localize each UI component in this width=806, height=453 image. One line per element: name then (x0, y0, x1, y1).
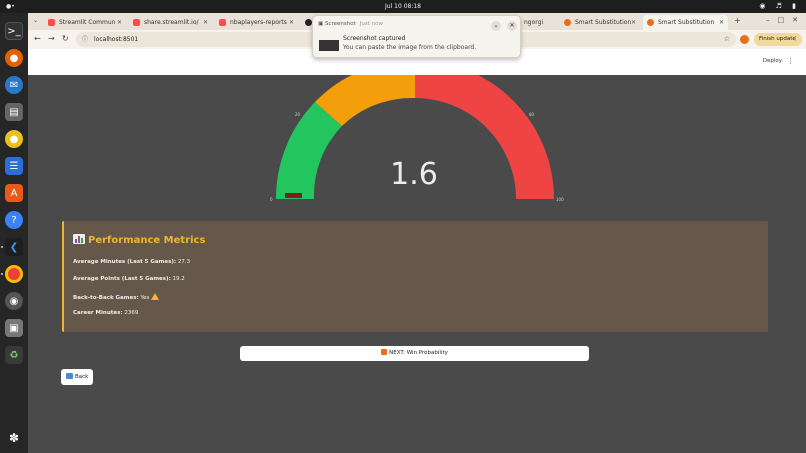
tab-title: nbaplayers-reports (230, 19, 287, 26)
notification-title: Screenshot captured (343, 35, 406, 42)
metric-back-to-back: Back-to-Back Games: Yes (73, 293, 160, 301)
streamlit-favicon-icon (48, 19, 55, 26)
next-arrow-icon (381, 349, 388, 355)
browser-tab-active[interactable]: Smart Substitution ✕ (643, 15, 728, 30)
next-win-probability-button[interactable]: NEXT: Win Probability (240, 346, 589, 361)
tab-title: Smart Substitution (575, 19, 632, 26)
app-favicon-icon (647, 19, 654, 26)
finish-update-label: Finish update (759, 36, 796, 42)
metric-label: Average Points (Last 5 Games): (73, 276, 171, 282)
tab-title: share.streamlit.io/ (144, 19, 199, 26)
site-info-icon[interactable]: ⓘ (82, 32, 88, 47)
close-tab-icon[interactable]: ✕ (117, 19, 122, 26)
disk-icon[interactable]: ◉ (5, 292, 23, 310)
metric-avg-minutes: Average Minutes (Last 5 Games): 27.3 (73, 259, 190, 265)
trash-icon[interactable]: ♻ (5, 346, 23, 364)
screenshot-thumbnail (319, 40, 339, 51)
new-tab-icon[interactable]: + (734, 16, 741, 25)
browser-tab[interactable]: nbaplayers-reports ✕ (215, 15, 298, 30)
profile-avatar[interactable] (740, 35, 749, 44)
gauge-chart (275, 75, 554, 199)
performance-metrics-card: Performance Metrics Average Minutes (Las… (62, 221, 768, 332)
chevron-down-icon[interactable]: ⌄ (491, 21, 501, 31)
firefox-icon[interactable]: ● (5, 49, 23, 67)
running-indicator (1, 246, 3, 248)
drive-icon[interactable]: ▣ (5, 319, 23, 337)
browser-tab[interactable]: Streamlit Commun ✕ (44, 15, 126, 30)
screenshot-notification[interactable]: ▣ Screenshot Just now ⌄ ✕ Screenshot capt… (312, 15, 521, 58)
next-button-label: NEXT: Win Probability (389, 350, 448, 356)
tab-title: Smart Substitution (658, 19, 715, 26)
forward-arrow-icon[interactable]: → (48, 34, 55, 43)
gauge-tick-label: 0 (270, 197, 273, 202)
close-tab-icon[interactable]: ✕ (631, 19, 636, 26)
metric-value: Yes (140, 295, 150, 301)
url-text: localhost:8501 (94, 36, 139, 43)
close-tab-icon[interactable]: ✕ (289, 19, 294, 26)
metric-avg-points: Average Points (Last 5 Games): 19.2 (73, 276, 185, 282)
chrome-icon[interactable] (5, 265, 23, 283)
gauge-tick-label: 100 (556, 197, 564, 202)
finish-update-button[interactable]: Finish update ⋮ (754, 33, 802, 46)
back-button-label: Back (75, 374, 89, 380)
browser-tab[interactable]: Smart Substitution ✕ (560, 15, 640, 30)
browser-tab[interactable]: share.streamlit.io/ ✕ (129, 15, 212, 30)
metric-career-minutes: Career Minutes: 2369 (73, 310, 138, 316)
thunderbird-icon[interactable]: ✉ (5, 76, 23, 94)
running-indicator (1, 273, 3, 275)
notification-app-name: Screenshot (324, 21, 356, 27)
notification-app: ▣ Screenshot Just now (318, 21, 383, 27)
streamlit-favicon-icon (219, 19, 226, 26)
close-tab-icon[interactable]: ✕ (719, 19, 724, 26)
help-icon[interactable]: ? (5, 211, 23, 229)
notification-time: Just now (359, 21, 383, 27)
files-icon[interactable]: ▤ (5, 103, 23, 121)
notification-body: You can paste the image from the clipboa… (343, 44, 477, 51)
metric-label: Back-to-Back Games: (73, 295, 139, 301)
metric-value: 27.3 (177, 259, 191, 265)
app-dock: >_ ● ✉ ▤ ● ☰ A ? ❮ ◉ ▣ ♻ ✽ (0, 13, 28, 453)
gauge-tick-label: 80 (529, 112, 535, 117)
streamlit-favicon-icon (133, 19, 140, 26)
menu-kebab-icon: ⋮ (792, 36, 799, 42)
tab-title: Streamlit Commun (59, 19, 116, 26)
metric-label: Career Minutes: (73, 310, 123, 316)
back-button[interactable]: Back (61, 369, 93, 385)
rhythmbox-icon[interactable]: ● (5, 130, 23, 148)
vscode-icon[interactable]: ❮ (5, 238, 23, 256)
system-top-bar: ●• Jul 10 08:18 ◉ ♬ ▮ (0, 0, 806, 13)
close-icon[interactable]: ✕ (507, 21, 517, 31)
window-controls[interactable]: –□✕ (766, 16, 806, 24)
warning-icon (151, 293, 160, 300)
bookmark-star-icon[interactable]: ☆ (724, 32, 730, 47)
reload-icon[interactable]: ↻ (62, 34, 69, 43)
app-favicon-icon (564, 19, 571, 26)
browser-tab[interactable]: ngorgi (520, 15, 560, 30)
gauge-value-bar (285, 193, 302, 198)
main-menu-icon[interactable]: ⋮ (787, 57, 794, 65)
github-icon (305, 19, 312, 26)
system-tray[interactable]: ◉ ♬ ▮ (759, 2, 800, 10)
tab-title: ngorgi (524, 19, 544, 26)
terminal-icon[interactable]: >_ (5, 22, 23, 40)
bar-chart-icon (73, 234, 85, 244)
show-apps-icon[interactable]: ✽ (5, 429, 23, 447)
gauge-tick-label: 20 (295, 112, 301, 117)
metric-value: 2369 (124, 310, 139, 316)
back-arrow-icon[interactable]: ← (34, 34, 41, 43)
close-tab-icon[interactable]: ✕ (203, 19, 208, 26)
deploy-button[interactable]: Deploy (763, 58, 782, 64)
tab-list-chevron-icon[interactable]: ⌄ (33, 17, 38, 24)
main-content: 0 20 80 100 1.6 Performance Metrics Aver… (28, 75, 806, 453)
card-title: Performance Metrics (88, 235, 206, 246)
writer-icon[interactable]: ☰ (5, 157, 23, 175)
app-center-icon[interactable]: A (5, 184, 23, 202)
card-heading: Performance Metrics (73, 234, 205, 246)
metric-value: 19.2 (172, 276, 185, 282)
gauge-value: 1.6 (390, 157, 438, 192)
metric-label: Average Minutes (Last 5 Games): (73, 259, 177, 265)
back-arrow-icon (66, 373, 73, 379)
system-clock[interactable]: Jul 10 08:18 (0, 3, 806, 10)
